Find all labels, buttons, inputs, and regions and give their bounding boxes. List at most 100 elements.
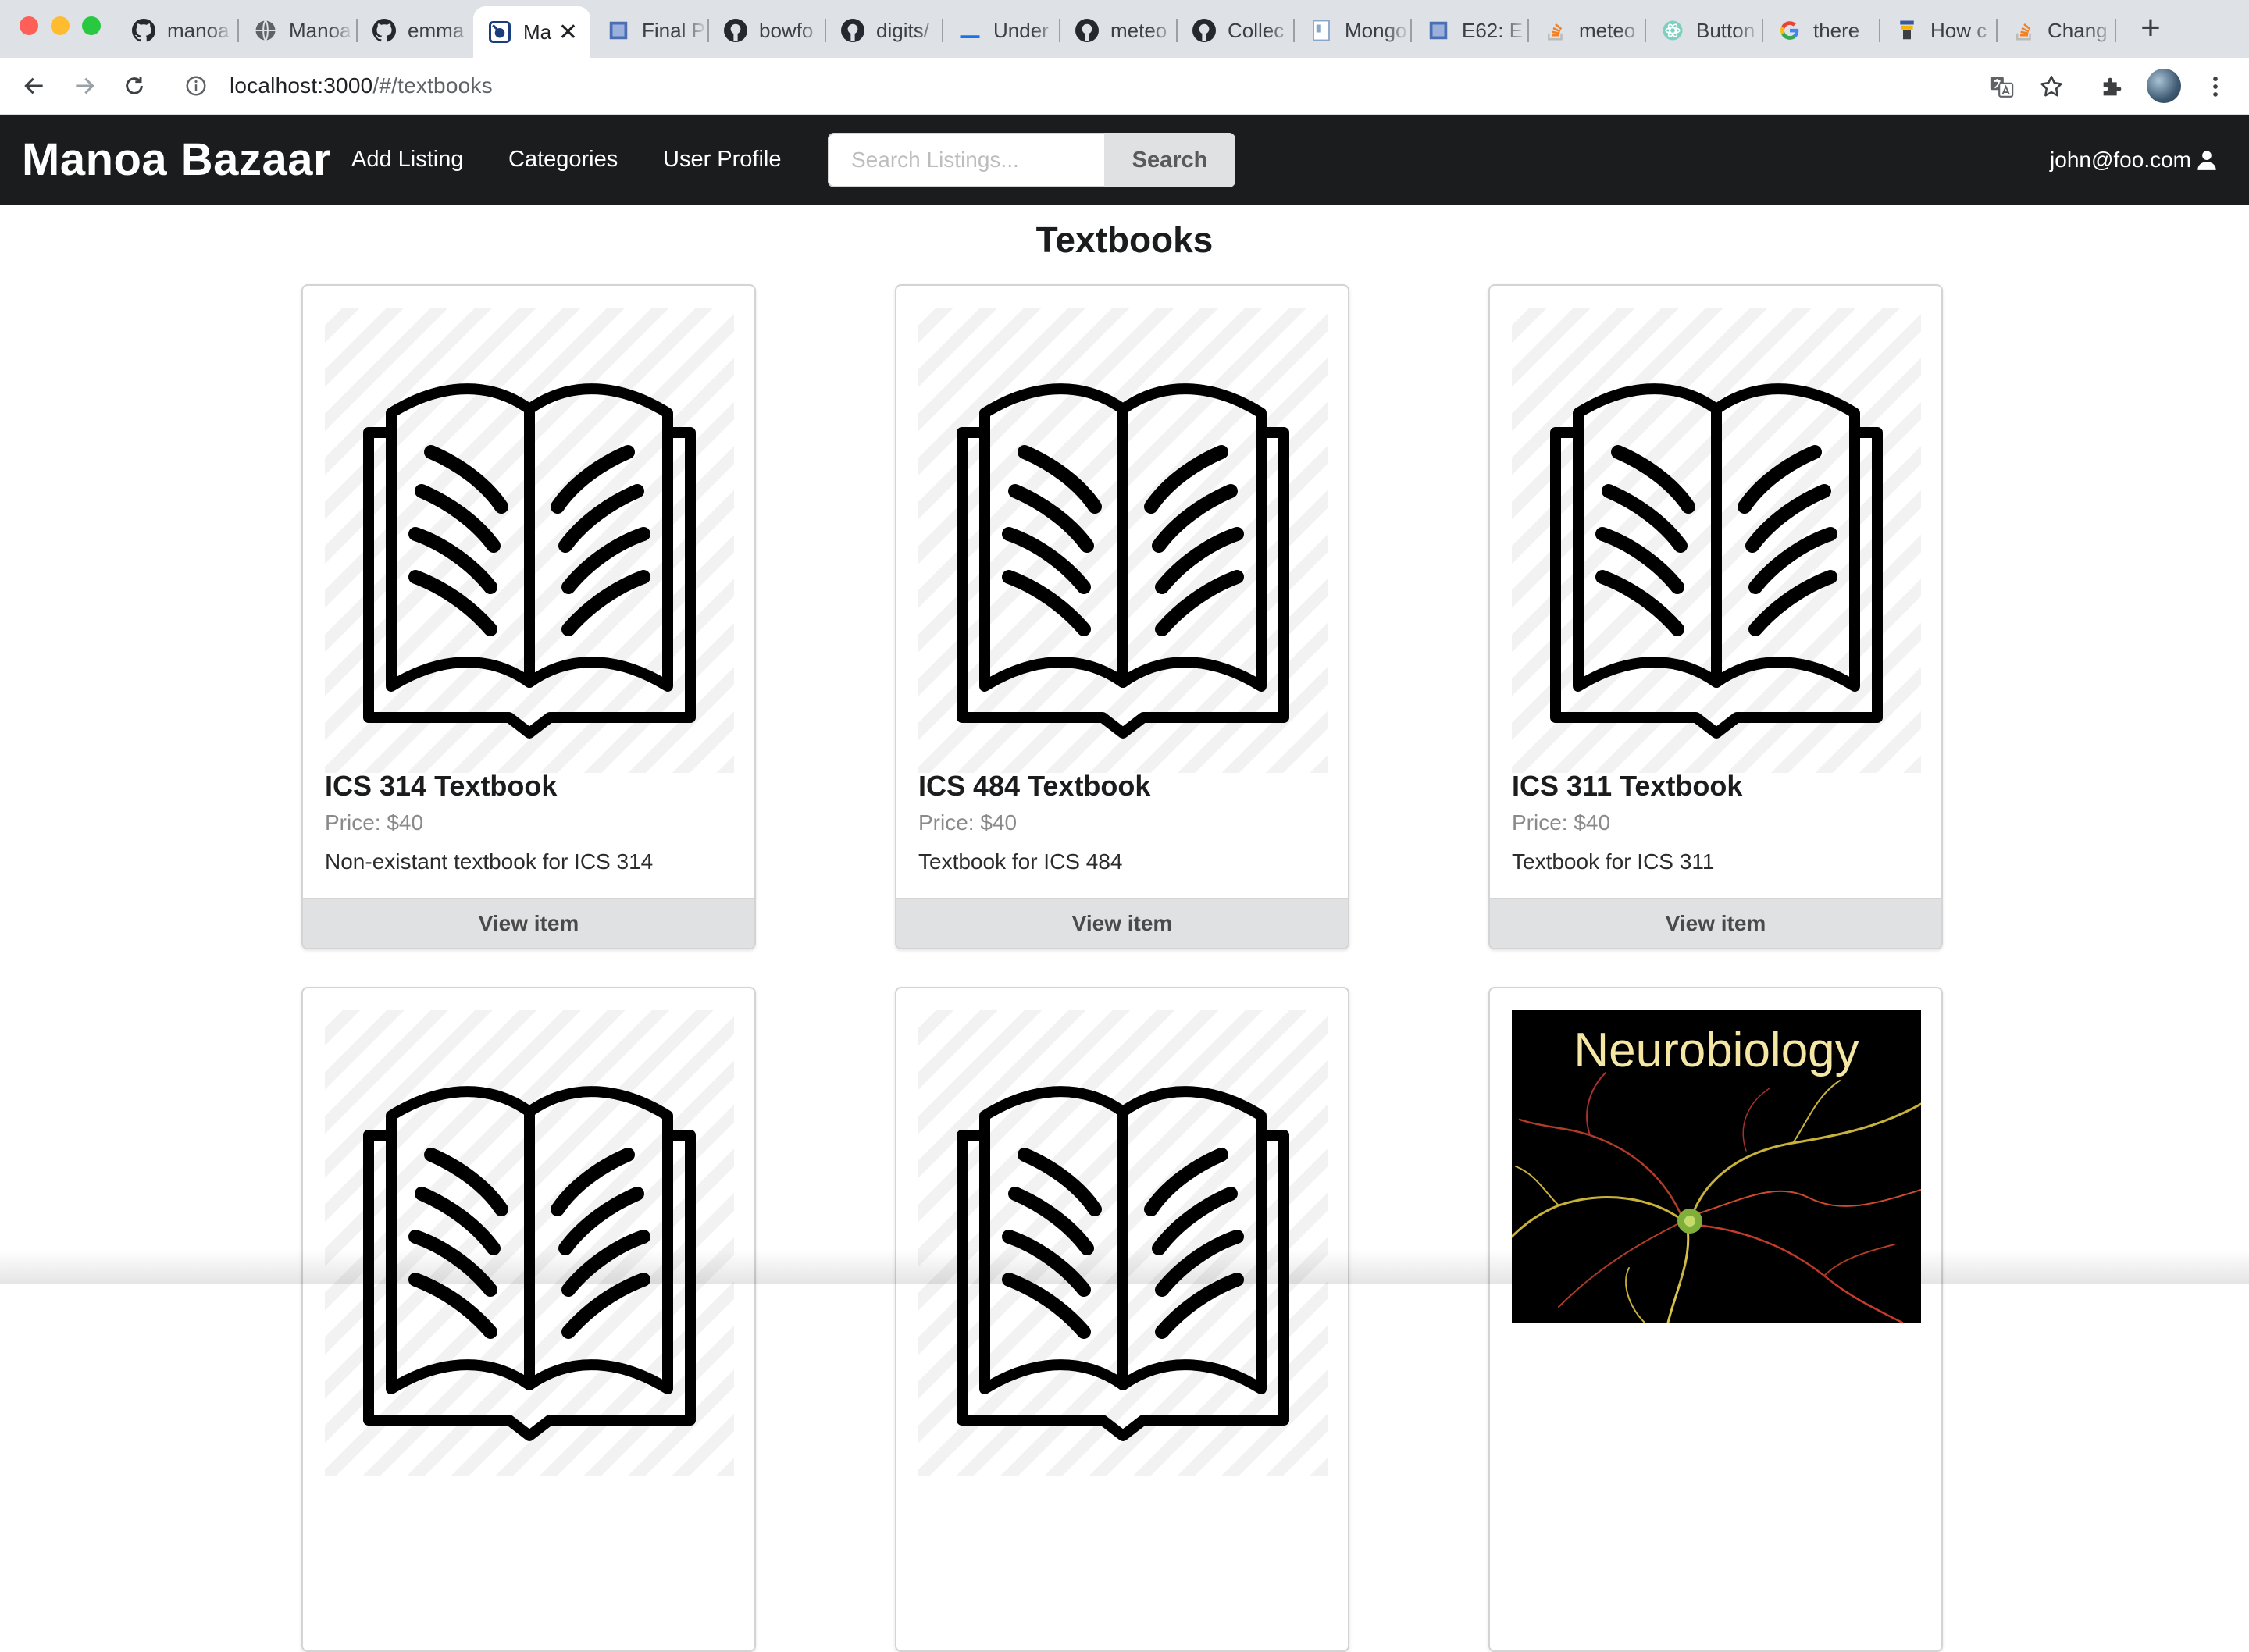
open-book-icon [325,308,734,773]
github-icon [372,18,397,43]
search-input[interactable] [828,133,1104,187]
browser-tab[interactable]: Final P [592,8,707,53]
search-form: Search [828,133,1235,187]
tab-title: meteo [1110,18,1167,42]
tab-title: meteo [1579,18,1636,42]
browser-tab[interactable]: Under [943,8,1059,53]
open-book-icon [325,1010,734,1476]
google-icon [1777,18,1802,43]
browser-tab[interactable]: meteo [1529,8,1645,53]
nav-user-profile[interactable]: User Profile [663,147,782,173]
browser-toolbar: localhost:3000/#/textbooks [0,58,2249,115]
listing-card [301,987,756,1652]
tab-title: Final P [642,18,705,42]
tab-title: Ma [523,20,552,44]
listing-card [895,987,1349,1652]
view-item-button[interactable]: View item [303,898,754,948]
reload-icon [126,77,143,94]
bookmark-star-button[interactable] [2037,72,2066,101]
url-path: /#/textbooks [372,73,493,98]
github-icon [1075,18,1100,43]
listing-price: Price: $40 [918,810,1018,835]
listing-card: ICS 311 Textbook Price: $40 Textbook for… [1488,284,1943,949]
app-navbar: Manoa Bazaar Add Listing Categories User… [0,115,2249,205]
listing-title: ICS 311 Textbook [1512,770,1743,802]
view-item-button[interactable]: View item [1490,898,1941,948]
browser-tab-active[interactable]: Ma ✕ [473,6,590,58]
tab-title: emma [408,18,465,42]
listing-card: ICS 484 Textbook Price: $40 Textbook for… [895,284,1349,949]
url-host: localhost:3000 [230,73,373,98]
listing-price: Price: $40 [1512,810,1611,835]
nav-categories[interactable]: Categories [508,147,618,173]
doc-icon [1426,18,1451,43]
tab-separator [2115,19,2116,42]
stackoverflow-icon [1543,18,1568,43]
tab-title: Manoa [289,18,351,42]
open-book-icon [918,308,1328,773]
browser-tab[interactable]: Button [1646,8,1762,53]
browser-tab[interactable]: digits/ [826,8,942,53]
tab-title: Under [993,18,1049,42]
info-icon[interactable] [184,74,208,98]
listing-price: Price: $40 [325,810,424,835]
listing-card: Neurobiology [1488,987,1943,1652]
browser-tab[interactable]: Chang [1998,8,2115,53]
github-icon [1192,18,1217,43]
browser-tab[interactable]: manoa [117,8,234,53]
browser-tab-strip: manoa Manoa emma Ma ✕ Final P bowfo digi… [0,0,2249,58]
arrow-left-icon [24,77,43,94]
listing-image [918,1010,1328,1476]
github-icon [131,18,156,43]
translate-icon [1990,77,2014,98]
tab-title: Mongo [1345,18,1407,42]
listing-card: ICS 314 Textbook Price: $40 Non-existant… [301,284,756,949]
listing-title: ICS 484 Textbook [918,770,1151,802]
tab-title: manoa [167,18,230,42]
nav-add-listing[interactable]: Add Listing [351,147,464,173]
forward-button[interactable] [69,70,100,101]
browser-tab[interactable]: emma [358,8,473,53]
tab-title: Button [1696,18,1755,42]
brand-logo-link[interactable]: Manoa Bazaar [22,134,331,186]
browser-tab[interactable]: E62: E [1412,8,1527,53]
profile-avatar[interactable] [2147,69,2181,103]
url-text: localhost:3000/#/textbooks [230,73,493,98]
cover-title: Neurobiology [1574,1024,1859,1077]
close-window-button[interactable] [20,16,38,35]
underline-icon [957,18,982,43]
listing-image [325,1010,734,1476]
back-button[interactable] [19,70,50,101]
page-title: Textbooks [1035,219,1214,260]
listing-description: Non-existant textbook for ICS 314 [325,849,654,874]
tab-title: Collec [1228,18,1285,42]
listing-description: Textbook for ICS 484 [918,849,1123,874]
browser-tab[interactable]: How c [1880,8,1996,53]
minimize-window-button[interactable] [51,16,70,35]
maximize-window-button[interactable] [82,16,101,35]
puzzle-icon [2103,77,2122,96]
reload-button[interactable] [119,70,150,101]
globe-icon [253,18,278,43]
view-item-button[interactable]: View item [896,898,1348,948]
new-tab-button[interactable]: + [2133,11,2168,45]
listing-image [918,308,1328,773]
user-menu[interactable]: john@foo.com [2050,148,2218,173]
user-icon [2197,151,2216,170]
browser-menu-button[interactable] [2201,72,2230,101]
search-button[interactable]: Search [1104,133,1235,187]
address-bar[interactable]: localhost:3000/#/textbooks [173,64,2040,108]
listing-title: ICS 314 Textbook [325,770,558,802]
kebab-menu-icon [2213,77,2218,97]
browser-tab[interactable]: Collec [1178,8,1293,53]
browser-tab[interactable]: Mongo [1295,8,1410,53]
browser-tab[interactable]: meteo [1060,8,1176,53]
star-icon [2040,75,2062,97]
browser-tab[interactable]: Manoa [239,8,355,53]
extensions-button[interactable] [2098,72,2127,101]
browser-tab[interactable]: there [1763,8,1879,53]
close-tab-icon[interactable]: ✕ [558,19,578,46]
github-icon [723,18,748,43]
translate-button[interactable] [1987,72,2016,101]
browser-tab[interactable]: bowfo [709,8,825,53]
